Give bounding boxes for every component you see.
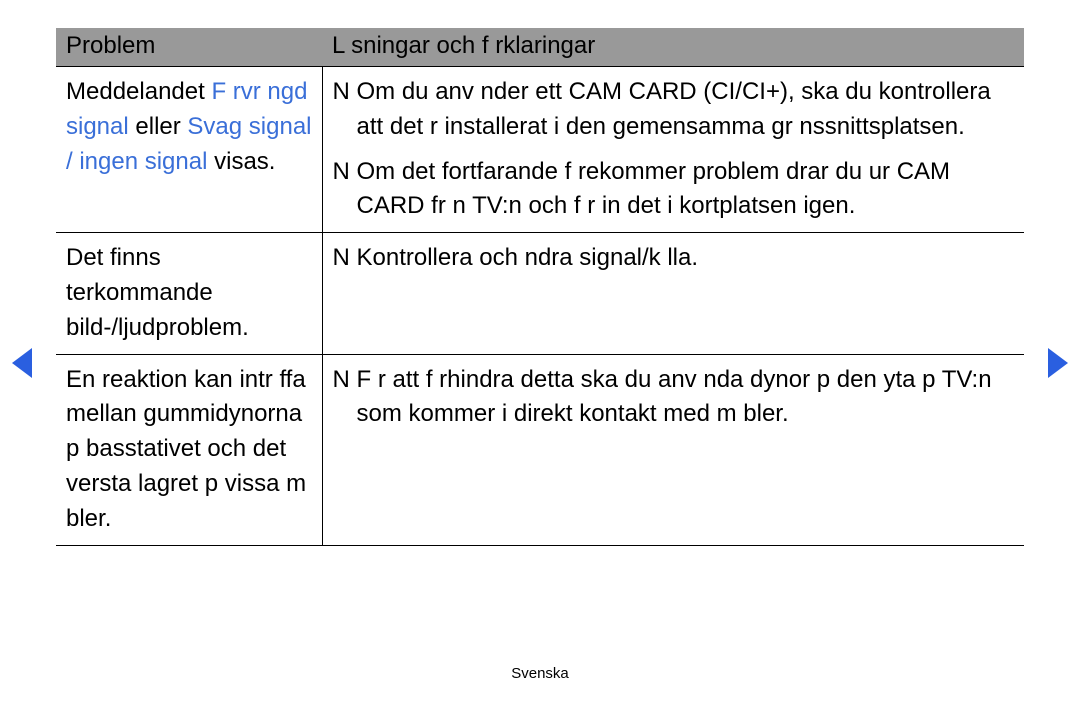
solution-cell: Om du anv nder ett CAM CARD (CI/CI+), sk… [322, 67, 1024, 233]
table-row: En reaktion kan intr ffa mellan gummidyn… [56, 354, 1024, 545]
next-page-arrow[interactable] [1048, 348, 1068, 378]
troubleshoot-table: Problem L sningar och f rklaringar Medde… [56, 28, 1024, 546]
solution-list: F r att f rhindra detta ska du anv nda d… [333, 363, 1015, 433]
troubleshoot-table-page: Problem L sningar och f rklaringar Medde… [56, 28, 1024, 546]
problem-cell: En reaktion kan intr ffa mellan gummidyn… [56, 354, 322, 545]
table-row: Meddelandet F rvr ngd signal eller Svag … [56, 67, 1024, 233]
prev-page-arrow[interactable] [12, 348, 32, 378]
solution-list: Kontrollera och ndra signal/k lla. [333, 241, 1015, 276]
problem-cell: Meddelandet F rvr ngd signal eller Svag … [56, 67, 322, 233]
header-problem: Problem [56, 28, 322, 67]
header-solutions: L sningar och f rklaringar [322, 28, 1024, 67]
list-item: F r att f rhindra detta ska du anv nda d… [333, 363, 1015, 433]
page-language-footer: Svenska [0, 665, 1080, 682]
list-item: Om det fortfarande f rekommer problem dr… [333, 155, 1015, 225]
solution-cell: Kontrollera och ndra signal/k lla. [322, 233, 1024, 354]
table-row: Det finns terkommande bild-/ljudproblem.… [56, 233, 1024, 354]
solution-list: Om du anv nder ett CAM CARD (CI/CI+), sk… [333, 75, 1015, 224]
problem-text: eller [135, 113, 187, 140]
problem-text: Meddelandet [66, 78, 211, 105]
list-item: Om du anv nder ett CAM CARD (CI/CI+), sk… [333, 75, 1015, 145]
solution-cell: F r att f rhindra detta ska du anv nda d… [322, 354, 1024, 545]
problem-cell: Det finns terkommande bild-/ljudproblem. [56, 233, 322, 354]
list-item: Kontrollera och ndra signal/k lla. [333, 241, 1015, 276]
problem-text: visas. [214, 148, 275, 175]
